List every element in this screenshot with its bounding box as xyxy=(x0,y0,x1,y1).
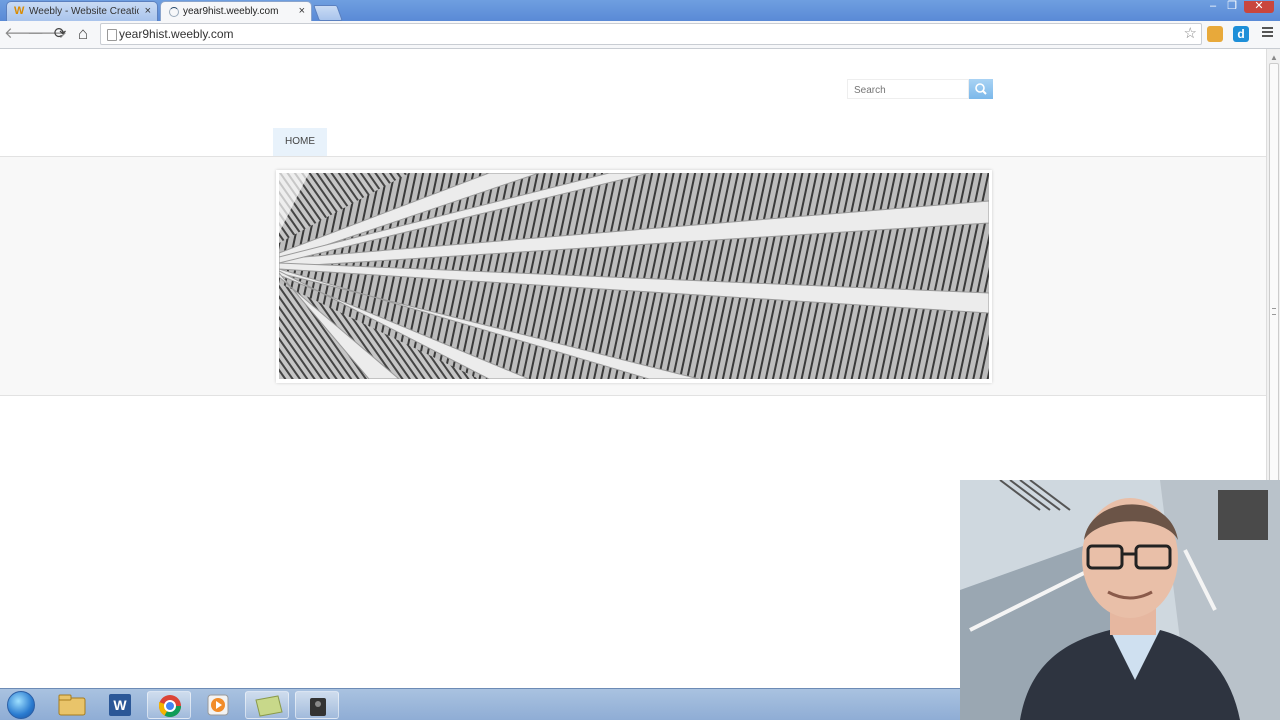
search-input[interactable] xyxy=(848,81,964,100)
svg-text:W: W xyxy=(113,697,127,713)
restore-icon[interactable]: ❐ xyxy=(1225,1,1239,13)
close-tab-icon[interactable]: × xyxy=(299,2,305,21)
tab-weebly[interactable]: W Weebly - Website Creation × xyxy=(6,1,158,21)
wooden-ceiling-rays-image xyxy=(279,173,989,379)
file-explorer-icon[interactable] xyxy=(50,691,94,719)
presenter-video-image xyxy=(960,480,1280,720)
reload-button[interactable]: ⟳ xyxy=(51,25,69,43)
start-button[interactable] xyxy=(7,691,35,719)
page-icon xyxy=(107,29,117,41)
chrome-icon[interactable] xyxy=(147,691,191,719)
extension-icon[interactable] xyxy=(1207,26,1223,42)
bookmark-star-icon[interactable]: ☆ xyxy=(1184,25,1197,43)
notes-icon[interactable] xyxy=(245,691,289,719)
dictionary-extension-icon[interactable]: d xyxy=(1233,26,1249,42)
close-window-icon[interactable]: ✕ xyxy=(1244,1,1274,13)
tab-year9hist[interactable]: year9hist.weebly.com × xyxy=(160,1,312,21)
tab-title: Weebly - Website Creation xyxy=(29,6,139,17)
search-icon xyxy=(975,83,987,95)
media-player-icon[interactable] xyxy=(196,691,240,719)
new-tab-button[interactable] xyxy=(313,5,343,21)
browser-toolbar: 🡐 🡒 ⟳ ⌂ year9hist.weebly.com ☆ d xyxy=(0,21,1280,49)
forward-button[interactable]: 🡒 xyxy=(27,25,67,43)
webcam-overlay xyxy=(960,480,1280,720)
scroll-grip xyxy=(1272,308,1276,315)
back-button[interactable]: 🡐 xyxy=(4,25,44,43)
camera-app-icon[interactable] xyxy=(295,691,339,719)
url-text: year9hist.weebly.com xyxy=(119,27,234,41)
chrome-menu-icon[interactable] xyxy=(1262,27,1273,39)
minimize-icon[interactable]: – xyxy=(1206,1,1220,13)
search-field[interactable] xyxy=(847,79,969,100)
weebly-w-icon: W xyxy=(14,5,25,17)
loading-spinner-icon xyxy=(169,7,179,17)
tab-strip: W Weebly - Website Creation × year9hist.… xyxy=(0,0,1280,21)
search-button[interactable] xyxy=(969,79,993,99)
scroll-up-arrow-icon[interactable]: ▲ xyxy=(1270,53,1278,62)
home-button[interactable]: ⌂ xyxy=(74,25,92,43)
address-bar[interactable]: year9hist.weebly.com ☆ xyxy=(100,23,1202,45)
tab-title: year9hist.weebly.com xyxy=(183,6,279,17)
word-icon[interactable]: W xyxy=(98,691,142,719)
close-tab-icon[interactable]: × xyxy=(145,2,151,21)
banner-image xyxy=(279,173,989,379)
nav-item-home[interactable]: HOME xyxy=(273,128,327,156)
